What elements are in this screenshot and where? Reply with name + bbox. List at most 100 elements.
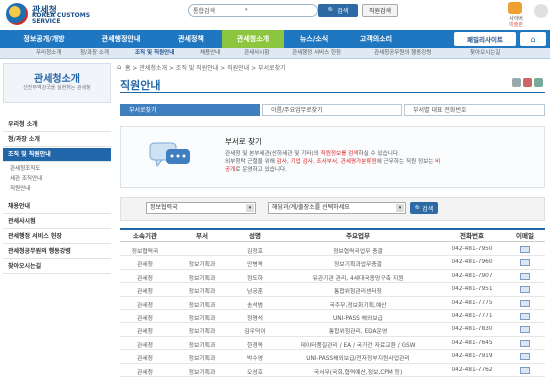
sidebar-subitem-branches[interactable]: 세관 조직안내 [10,175,42,184]
search-icon: 🔍 [327,7,336,14]
sidebar-subitem-org[interactable]: 관세청조직도 [10,165,40,174]
table-cell: 관세청 [137,316,153,322]
subnav-item[interactable]: 관세청공무원의 행동강령 [374,48,431,59]
nav-item-news[interactable]: 뉴스/소식 [286,30,342,48]
home-icon[interactable]: ⌂ [520,32,546,46]
table-cell: 통합위험관리센터장 [334,289,382,296]
column-header-name: 성명 [249,232,261,240]
cyber-museum-icon[interactable] [508,2,522,14]
table-cell: 정보기획과업무총괄 [334,262,382,269]
table-cell: 관세청 [137,329,153,336]
table-cell: 관세청 [137,289,153,296]
home-icon[interactable]: ⌂ [117,63,121,71]
bookmark-icon[interactable] [534,78,543,87]
bureau-select[interactable]: 정보협력국 ▾ [146,202,256,214]
sidebar-item-intro[interactable]: 우리청 소개 [3,118,111,132]
logo-english-text[interactable]: KOREA CUSTOMS SERVICE [32,13,92,25]
table-cell: 국주무,정보화기획,예산 [329,302,387,309]
sidebar-item-directions[interactable]: 찾아오시는길 [3,260,111,274]
email-icon[interactable] [520,286,530,294]
nav-item-open-info[interactable]: 정보공개/개방 [8,30,80,48]
subnav-item[interactable]: 관세사시험 [244,48,269,59]
chevron-down-icon: ▾ [246,204,254,212]
tab-by-name[interactable]: 이름/주요업무로찾기 [262,104,402,116]
title-divider [120,92,545,93]
sidebar-item-conduct[interactable]: 관세청공무원의 행동강령 [3,245,111,259]
table-cell: 정보기획과 [188,262,216,269]
subnav-item-staff[interactable]: 조직 및 직원안내 [135,48,174,59]
tab-by-department[interactable]: 부서로찾기 [120,104,260,116]
table-cell: 042-481-7951 [451,286,493,293]
email-icon[interactable] [520,299,530,307]
sidebar-item-recruit[interactable]: 채용안내 [3,200,111,214]
column-header-phone: 전화번호 [460,232,484,240]
column-header-agency: 소속기관 [133,232,157,240]
staff-search-button[interactable]: 직원검색 [362,4,398,17]
subnav-item[interactable]: 찾아오시는길 [470,48,500,59]
nav-item-admin-guide[interactable]: 관세행정안내 [82,30,160,48]
search-scope-select[interactable]: 통합검색 [193,6,253,15]
tab-phone-numbers[interactable]: 부서별 대표 전화번호 [404,104,545,116]
column-header-department: 부서 [196,232,208,240]
table-cell: 박수영 [247,356,263,363]
division-select[interactable]: 해당과/계/출장소를 선택하세요 ▾ [268,202,406,214]
email-icon[interactable] [520,326,530,334]
sidebar-subitem-staff[interactable]: 직원안내 [10,185,30,194]
sidebar-item-charter[interactable]: 관세행정 서비스 헌장 [3,230,111,244]
search-input[interactable]: 통합검색 ▾ [188,4,318,17]
table-cell: 정보기획과 [188,369,216,376]
email-icon[interactable] [520,353,530,361]
email-icon[interactable] [520,272,530,280]
table-cell: 정보기획과 [188,356,216,363]
help-icon[interactable] [534,4,548,18]
subnav-item[interactable]: 우리청소개 [36,48,61,59]
info-title: 부서로 찾기 [225,137,262,146]
table-cell: UNI-PASS 해외보급 [332,316,383,322]
table-cell: 송석범 [247,302,263,309]
table-cell: 정명석 [247,316,263,322]
table-cell: 오성호 [247,369,263,376]
table-cell: 042-481-7950 [451,246,493,252]
nav-item-policy[interactable]: 관세정책 [162,30,220,48]
table-cell: 김우덕이 [244,329,266,336]
department-search-label: 검색 [422,205,434,213]
table-cell: 042-481-7775 [451,299,493,306]
department-search-button[interactable]: 🔍 검색 [410,202,438,214]
share-icon[interactable] [523,78,532,87]
subnav-item[interactable]: 채용안내 [200,48,220,59]
subnav-item[interactable]: 청/과장 소개 [80,48,109,59]
table-cell: 김정호 [247,249,263,255]
family-site-dropdown[interactable]: 패밀리사이트 [454,32,516,46]
email-icon[interactable] [520,339,530,347]
column-header-email: 이메일 [516,232,534,240]
table-cell: 정보기획과 [188,342,216,349]
table-cell: 042-481-7645 [451,339,493,346]
sidebar-item-heads[interactable]: 청/과장 소개 [3,133,111,147]
email-icon[interactable] [520,246,530,253]
table-cell: 통합위험관리, EDA운영 [328,329,388,336]
breadcrumb: 홈 > 관세청소개 > 조직 및 직원안내 > 직원안내 > 부서로찾기 [125,65,286,72]
sidebar-item-exam[interactable]: 관세사시험 [3,215,111,229]
table-cell: 정보기획과 [188,275,216,282]
subnav-item[interactable]: 관세행정 서비스 헌장 [292,48,341,59]
table-cell: 042-481-7907 [451,272,493,279]
chevron-down-icon: ▾ [396,204,404,212]
cyber-museum-label-2[interactable]: 미술관 [500,21,532,28]
table-cell: 042-481-7919 [451,353,493,360]
email-icon[interactable] [520,366,530,374]
table-cell: 정보협력국 [131,249,159,255]
email-icon[interactable] [520,259,530,267]
customs-emblem-logo[interactable] [6,3,28,25]
table-cell: UNI-PASS해외보급/전자정부지원사업관리 [306,356,410,363]
info-line-3: 공개로 운영하고 있습니다. [225,167,287,173]
table-cell: 관세청 [137,262,153,269]
search-button[interactable]: 🔍 검색 [318,4,358,17]
nav-item-about[interactable]: 관세청소개 [222,30,284,48]
nav-item-voice[interactable]: 고객의소리 [346,30,406,48]
sidebar-item-staff[interactable]: 조직 및 직원안내 [3,148,111,162]
table-cell: 관세청 [137,275,153,282]
table-cell: 정보기획과 [188,329,216,336]
table-cell: 한경옥 [247,342,263,349]
print-icon[interactable] [512,78,521,87]
email-icon[interactable] [520,313,530,320]
